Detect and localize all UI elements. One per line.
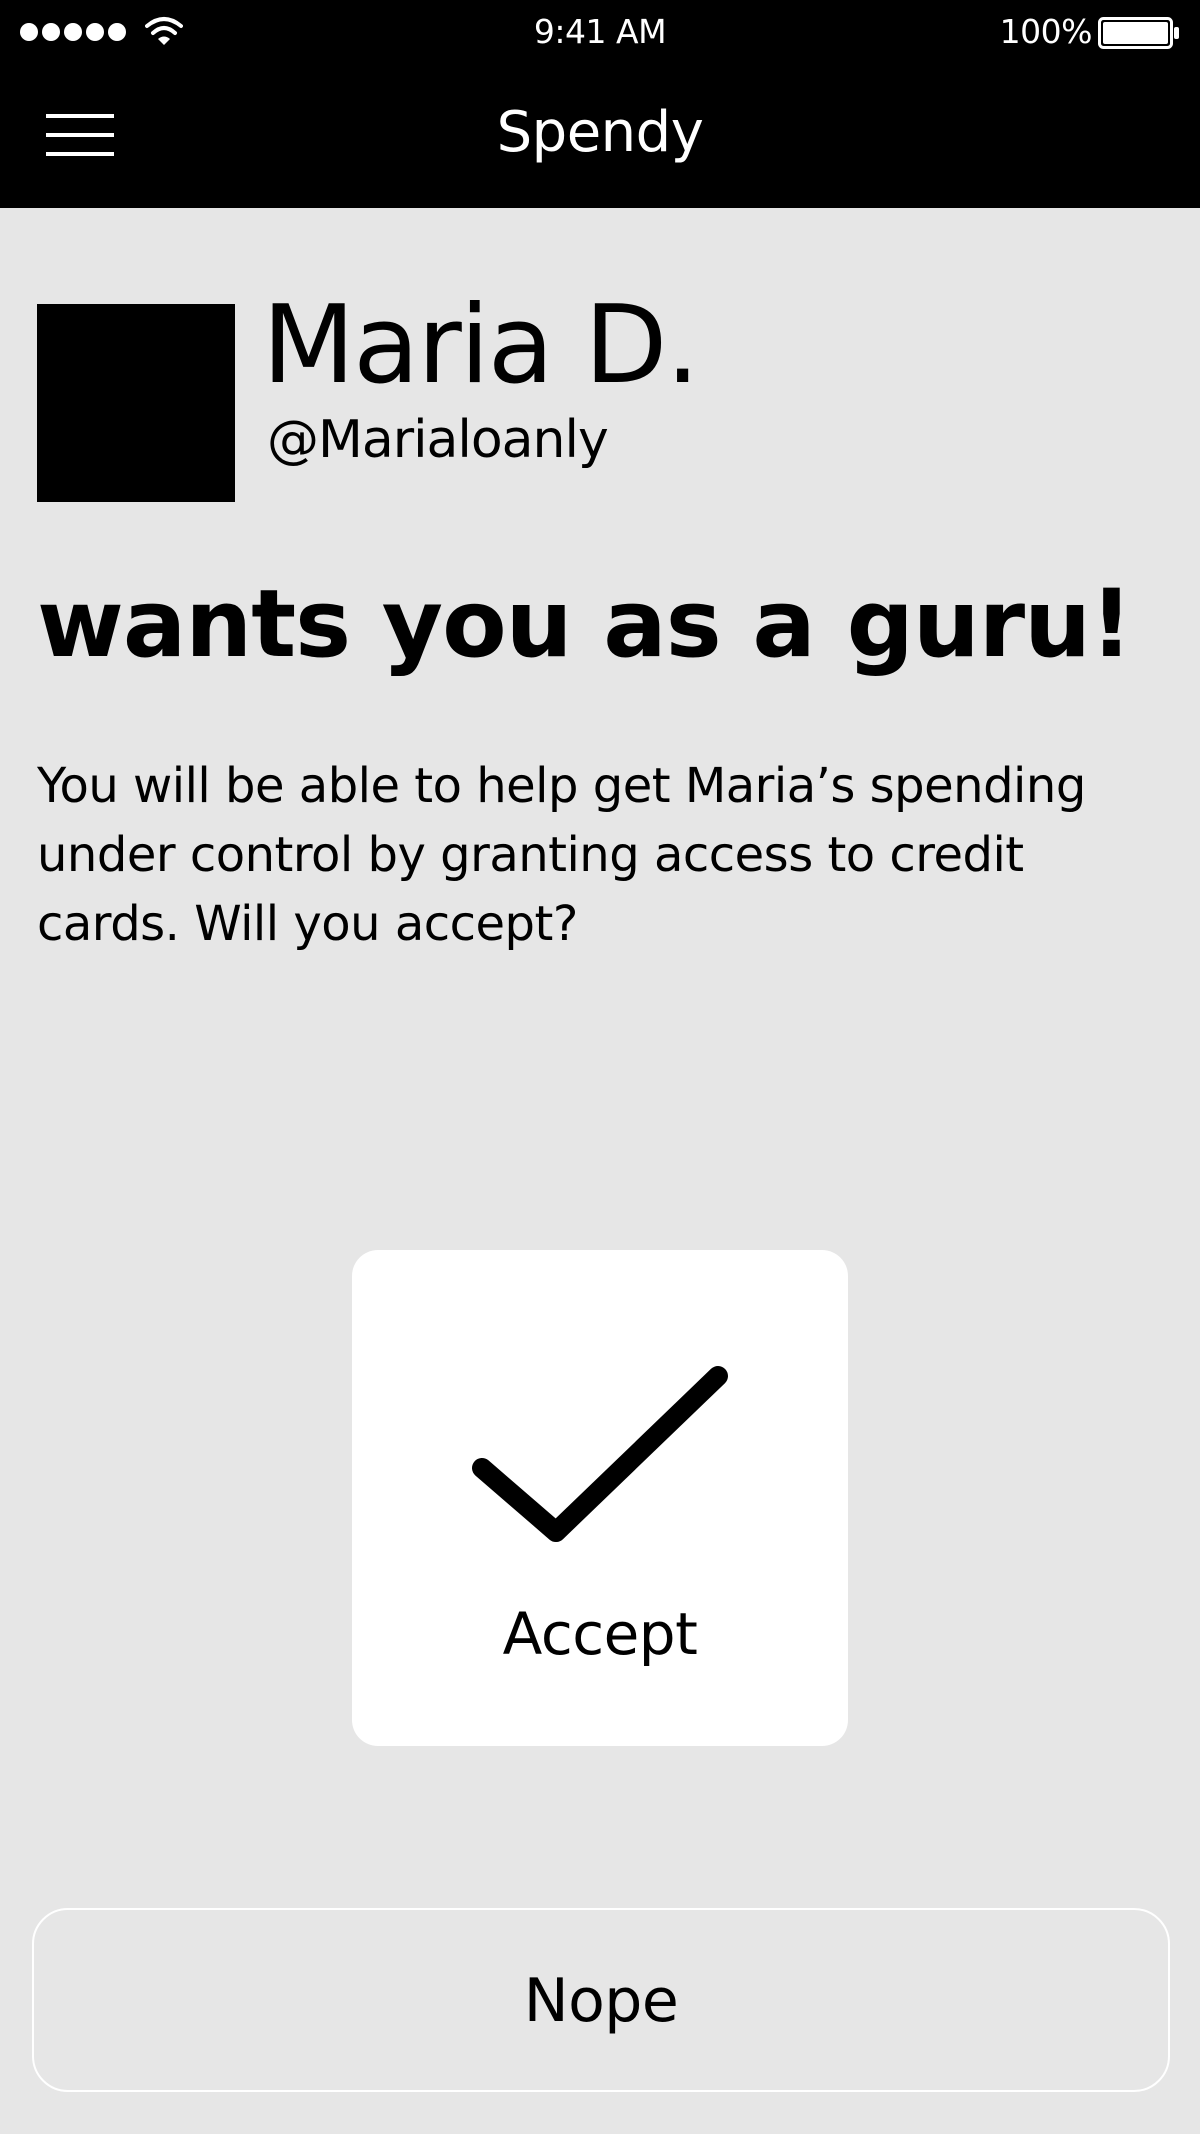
invite-description: You will be able to help get Maria’s spe… — [37, 758, 1086, 952]
nope-label: Nope — [523, 1966, 679, 2036]
nope-button[interactable]: Nope — [32, 1908, 1170, 2092]
app-title: Spendy — [496, 100, 704, 165]
nav-bar: Spendy — [0, 64, 1200, 208]
accept-label: Accept — [502, 1600, 698, 1668]
status-bar: 9:41 AM 100% — [0, 0, 1200, 64]
app-screen: 9:41 AM 100% Spendy Maria D. @Marialoanl… — [0, 0, 1200, 2134]
checkmark-icon — [472, 1366, 728, 1542]
accept-button[interactable]: Accept — [352, 1250, 848, 1746]
battery-icon — [1098, 17, 1179, 49]
invite-headline: wants you as a guru! — [37, 570, 1133, 679]
user-handle: @Marialoanly — [267, 410, 609, 470]
user-name: Maria D. — [262, 283, 700, 408]
avatar — [37, 304, 235, 502]
battery-percentage: 100% — [999, 12, 1093, 51]
